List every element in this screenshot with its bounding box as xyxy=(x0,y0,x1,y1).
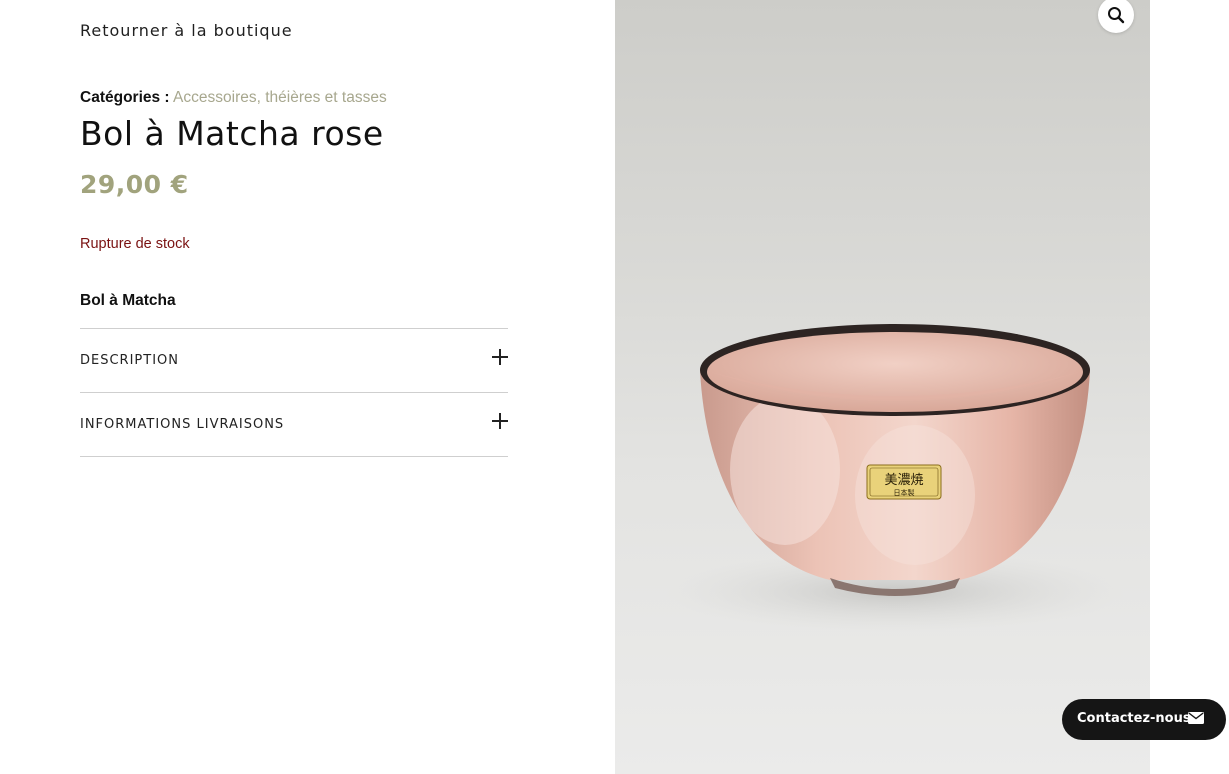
plus-icon[interactable] xyxy=(492,349,508,365)
product-price: 29,00 € xyxy=(80,170,189,199)
accordion-shipping-info[interactable]: INFORMATIONS LIVRAISONS xyxy=(80,393,508,457)
contact-us-button[interactable]: Contactez-nous xyxy=(1062,699,1226,740)
pink-matcha-bowl-photo: 美濃焼 日本製 xyxy=(665,324,1125,632)
plus-icon[interactable] xyxy=(492,413,508,429)
product-accordion: DESCRIPTION INFORMATIONS LIVRAISONS xyxy=(80,328,508,457)
stock-status: Rupture de stock xyxy=(80,236,190,252)
category-separator: , xyxy=(256,89,261,106)
bowl-label-subtext: 日本製 xyxy=(894,488,915,497)
accordion-description[interactable]: DESCRIPTION xyxy=(80,329,508,393)
product-image[interactable]: 美濃焼 日本製 xyxy=(615,0,1150,774)
bowl-label-text: 美濃焼 xyxy=(884,473,923,488)
back-to-shop-link[interactable]: Retourner à la boutique xyxy=(80,21,293,40)
category-link-theieres[interactable]: théières et tasses xyxy=(265,89,386,106)
accordion-shipping-info-label: INFORMATIONS LIVRAISONS xyxy=(80,417,285,432)
product-categories: Catégories : Accessoires, théières et ta… xyxy=(80,89,387,107)
magnifier-icon xyxy=(1108,7,1125,24)
accordion-description-label: DESCRIPTION xyxy=(80,353,179,368)
contact-us-label: Contactez-nous xyxy=(1077,711,1191,726)
product-short-description: Bol à Matcha xyxy=(80,292,176,309)
product-title: Bol à Matcha rose xyxy=(80,114,384,153)
category-link-accessoires[interactable]: Accessoires xyxy=(173,89,257,106)
envelope-icon xyxy=(1188,712,1204,724)
categories-label: Catégories : xyxy=(80,89,170,106)
